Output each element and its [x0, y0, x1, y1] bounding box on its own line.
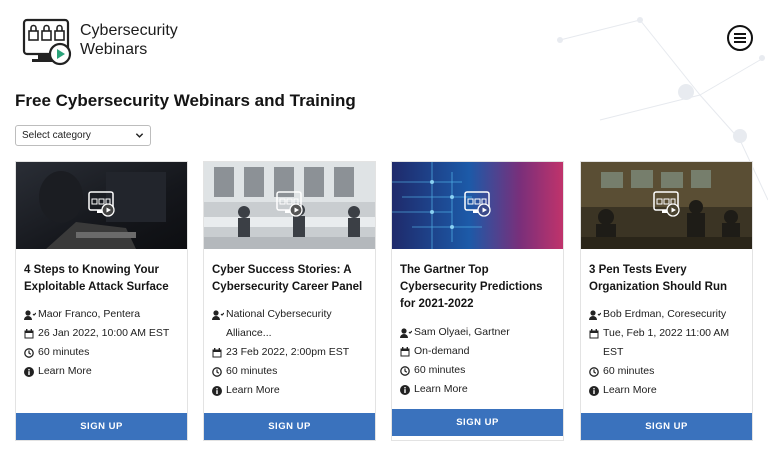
- brand-line-2: Webinars: [80, 41, 148, 58]
- speaker-text: Maor Franco, Pentera: [38, 308, 141, 320]
- speaker-row: Maor Franco, Pentera: [24, 305, 186, 324]
- chevron-down-icon: [135, 133, 144, 138]
- webinar-meta: Sam Olyaei, Gartner On-demand 60 minutes…: [400, 323, 562, 399]
- webinar-title[interactable]: The Gartner Top Cybersecurity Prediction…: [400, 262, 560, 313]
- date-row: Tue, Feb 1, 2022 11:00 AM EST: [589, 324, 751, 362]
- info-icon: [212, 381, 226, 400]
- learn-more-link[interactable]: Learn More: [38, 362, 186, 381]
- duration-text: 60 minutes: [603, 365, 655, 377]
- page-title: Free Cybersecurity Webinars and Training: [15, 91, 356, 110]
- user-icon: [24, 305, 38, 324]
- webinar-thumbnail[interactable]: [204, 162, 375, 249]
- calendar-icon: [589, 324, 603, 343]
- clock-icon: [589, 362, 603, 381]
- info-icon: [589, 381, 603, 400]
- duration-row: 60 minutes: [24, 343, 186, 362]
- learn-more-row[interactable]: Learn More: [24, 362, 186, 381]
- speaker-row: Sam Olyaei, Gartner: [400, 323, 562, 342]
- clock-icon: [212, 362, 226, 381]
- info-icon: [24, 362, 38, 381]
- speaker-text: Sam Olyaei, Gartner: [414, 326, 510, 338]
- date-text: 26 Jan 2022, 10:00 AM EST: [38, 327, 170, 339]
- webinar-thumbnail[interactable]: [581, 162, 752, 249]
- learn-more-row[interactable]: Learn More: [589, 381, 751, 400]
- webinar-thumbnail[interactable]: [392, 162, 563, 249]
- webinar-thumbnail[interactable]: [16, 162, 187, 249]
- menu-bar-icon: [734, 33, 746, 35]
- date-text: 23 Feb 2022, 2:00pm EST: [226, 346, 350, 358]
- user-icon: [589, 305, 603, 324]
- duration-text: 60 minutes: [414, 364, 466, 376]
- webinar-play-icon: [464, 191, 491, 217]
- webinar-card: The Gartner Top Cybersecurity Prediction…: [391, 161, 564, 441]
- duration-row: 60 minutes: [589, 362, 751, 381]
- webinar-play-icon: [88, 191, 115, 217]
- brand-name[interactable]: Cybersecurity Webinars: [80, 21, 178, 59]
- date-text: On-demand: [414, 345, 470, 357]
- category-select-value: Select category: [22, 130, 91, 141]
- learn-more-link[interactable]: Learn More: [414, 380, 562, 399]
- date-row: On-demand: [400, 342, 562, 361]
- webinar-card: 3 Pen Tests Every Organization Should Ru…: [580, 161, 753, 441]
- user-icon: [400, 323, 414, 342]
- learn-more-link[interactable]: Learn More: [603, 381, 751, 400]
- webinar-play-icon: [653, 191, 680, 217]
- calendar-icon: [400, 342, 414, 361]
- webinar-meta: National Cybersecurity Alliance... 23 Fe…: [212, 305, 374, 400]
- webinar-card: 4 Steps to Knowing Your Exploitable Atta…: [15, 161, 188, 441]
- category-select[interactable]: Select category: [15, 125, 151, 146]
- clock-icon: [400, 361, 414, 380]
- speaker-text: Bob Erdman, Coresecurity: [603, 308, 727, 320]
- duration-text: 60 minutes: [38, 346, 90, 358]
- duration-text: 60 minutes: [226, 365, 278, 377]
- learn-more-link[interactable]: Learn More: [226, 381, 374, 400]
- info-icon: [400, 380, 414, 399]
- webinar-title[interactable]: Cyber Success Stories: A Cybersecurity C…: [212, 262, 372, 296]
- duration-row: 60 minutes: [400, 361, 562, 380]
- calendar-icon: [212, 343, 226, 362]
- webinar-title[interactable]: 3 Pen Tests Every Organization Should Ru…: [589, 262, 749, 296]
- speaker-text: National Cybersecurity Alliance...: [226, 308, 332, 339]
- calendar-icon: [24, 324, 38, 343]
- learn-more-row[interactable]: Learn More: [212, 381, 374, 400]
- sign-up-button[interactable]: SIGN UP: [581, 413, 752, 440]
- sign-up-button[interactable]: SIGN UP: [392, 409, 563, 436]
- clock-icon: [24, 343, 38, 362]
- duration-row: 60 minutes: [212, 362, 374, 381]
- webinar-card: Cyber Success Stories: A Cybersecurity C…: [203, 161, 376, 441]
- sign-up-button[interactable]: SIGN UP: [204, 413, 375, 440]
- user-icon: [212, 305, 226, 324]
- speaker-row: Bob Erdman, Coresecurity: [589, 305, 751, 324]
- site-logo-icon[interactable]: [22, 18, 74, 66]
- hamburger-menu-button[interactable]: [727, 25, 753, 51]
- site-header: Cybersecurity Webinars: [0, 0, 768, 80]
- menu-bar-icon: [734, 41, 746, 43]
- webinar-play-icon: [276, 191, 303, 217]
- date-row: 23 Feb 2022, 2:00pm EST: [212, 343, 374, 362]
- webinar-meta: Bob Erdman, Coresecurity Tue, Feb 1, 202…: [589, 305, 751, 400]
- learn-more-row[interactable]: Learn More: [400, 380, 562, 399]
- brand-line-1: Cybersecurity: [80, 22, 178, 39]
- speaker-row: National Cybersecurity Alliance...: [212, 305, 374, 343]
- webinar-meta: Maor Franco, Pentera 26 Jan 2022, 10:00 …: [24, 305, 186, 381]
- menu-bar-icon: [734, 37, 746, 39]
- webinar-card-list: 4 Steps to Knowing Your Exploitable Atta…: [15, 161, 753, 441]
- sign-up-button[interactable]: SIGN UP: [16, 413, 187, 440]
- date-row: 26 Jan 2022, 10:00 AM EST: [24, 324, 186, 343]
- webinar-title[interactable]: 4 Steps to Knowing Your Exploitable Atta…: [24, 262, 184, 296]
- date-text: Tue, Feb 1, 2022 11:00 AM EST: [603, 327, 730, 358]
